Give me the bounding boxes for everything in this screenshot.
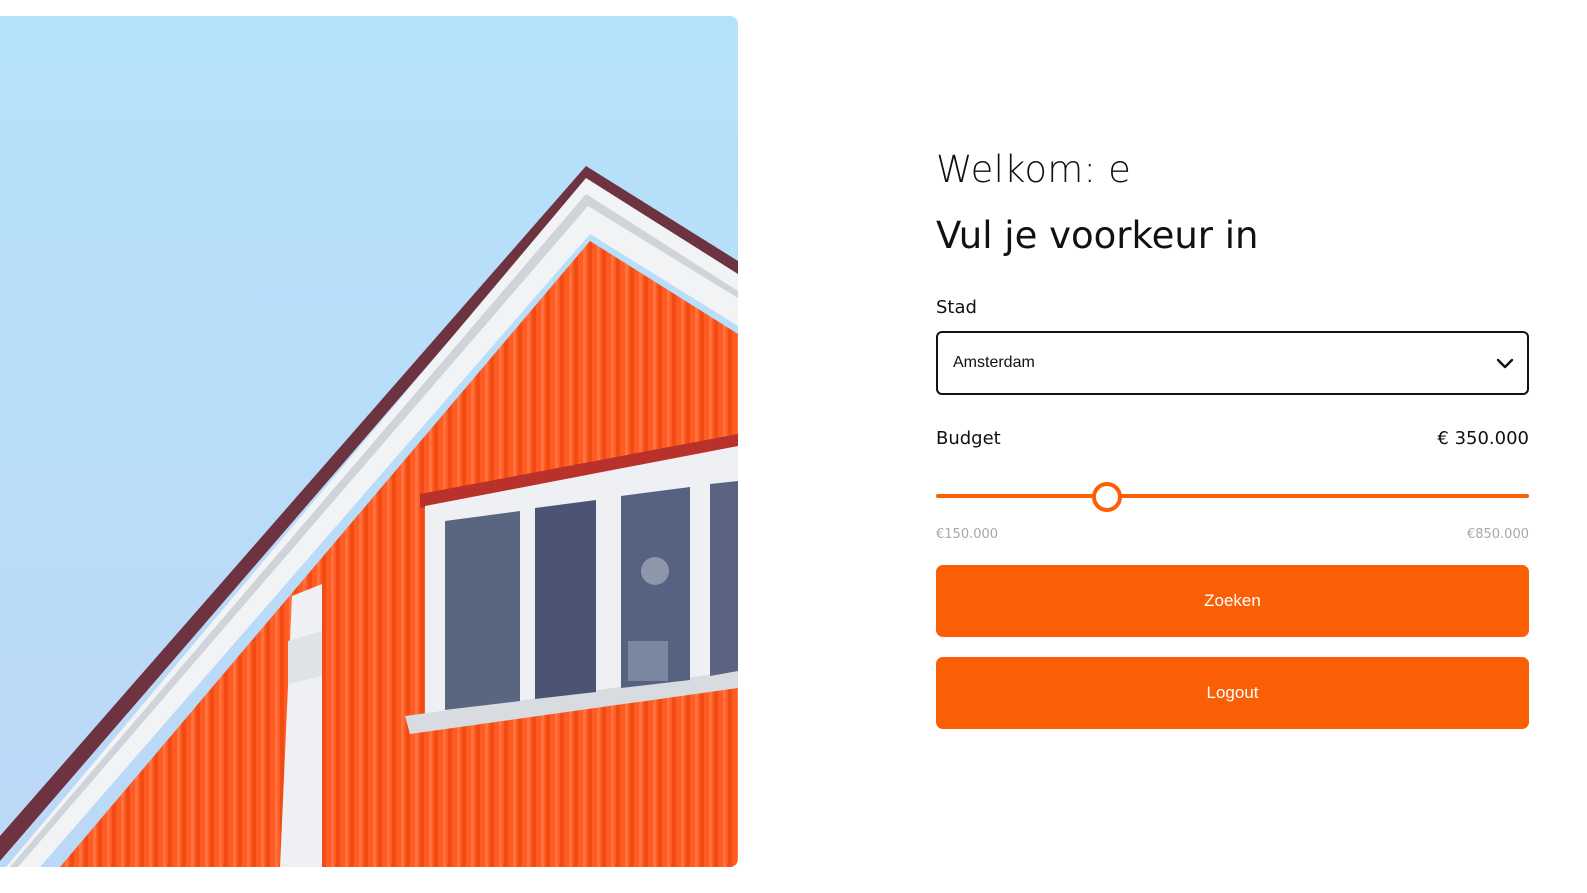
budget-min-label: €150.000 xyxy=(936,527,999,542)
budget-value: € 350.000 xyxy=(1437,428,1529,449)
search-button[interactable]: Zoeken xyxy=(936,565,1529,637)
budget-max-label: €850.000 xyxy=(1466,527,1529,542)
budget-row: Budget € 350.000 xyxy=(936,427,1529,451)
chevron-down-icon xyxy=(1495,353,1515,373)
budget-slider-thumb[interactable] xyxy=(1091,482,1122,512)
city-select-value: Amsterdam xyxy=(953,354,1035,371)
city-label: Stad xyxy=(936,297,977,318)
house-photo xyxy=(0,16,738,867)
city-select[interactable]: Amsterdam xyxy=(936,331,1529,395)
welcome-heading: Welkom: e xyxy=(936,148,1132,191)
preference-form: Welkom: e Vul je voorkeur in Stad Amster… xyxy=(936,140,1529,729)
budget-slider-track[interactable] xyxy=(936,494,1529,498)
preference-page: Welkom: e Vul je voorkeur in Stad Amster… xyxy=(0,0,1587,893)
budget-label: Budget xyxy=(936,428,1001,449)
page-title: Vul je voorkeur in xyxy=(936,214,1259,257)
budget-range: €150.000 €850.000 xyxy=(936,526,1529,544)
logout-button[interactable]: Logout xyxy=(936,657,1529,729)
budget-slider[interactable] xyxy=(936,481,1529,512)
